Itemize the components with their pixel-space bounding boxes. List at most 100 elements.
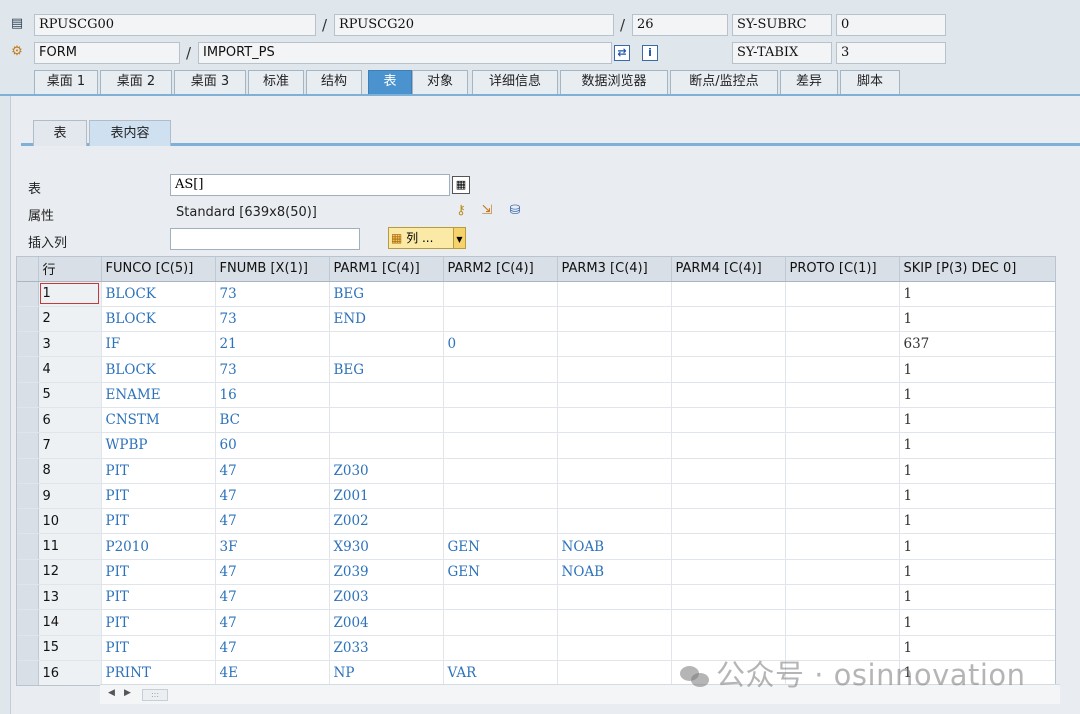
table-cell[interactable]: 4E	[215, 660, 330, 685]
table-cell[interactable]	[443, 432, 558, 459]
tab-object[interactable]: 对象	[412, 70, 468, 94]
row-number-cell[interactable]: 15	[38, 635, 102, 661]
table-cell[interactable]	[557, 407, 672, 434]
column-header[interactable]: PARM1 [C(4)]	[329, 257, 444, 282]
table-cell[interactable]: 1	[899, 306, 1055, 333]
tab-script[interactable]: 脚本	[840, 70, 900, 94]
row-selector[interactable]	[17, 584, 39, 611]
table-row[interactable]: 8 PIT 47 Z030 1	[17, 458, 1055, 484]
row-selector[interactable]	[17, 432, 39, 459]
tab-table[interactable]: 表	[368, 70, 412, 94]
export-icon[interactable]: ⇄	[614, 45, 630, 61]
table-cell[interactable]: 47	[215, 635, 330, 661]
row-selector[interactable]	[17, 559, 39, 586]
table-cell[interactable]	[671, 356, 786, 383]
row-selector[interactable]	[17, 533, 39, 560]
table-cell[interactable]: 73	[215, 281, 330, 307]
tab-structure[interactable]: 结构	[306, 70, 362, 94]
row-number-cell[interactable]: 3	[38, 331, 102, 358]
table-row[interactable]: 3 IF 21 0 637	[17, 331, 1055, 358]
table-cell[interactable]: 47	[215, 483, 330, 510]
row-selector[interactable]	[17, 458, 39, 484]
row-number-cell[interactable]: 13	[38, 584, 102, 611]
line-number-field[interactable]: 26	[632, 14, 728, 36]
table-cell[interactable]: 1	[899, 483, 1055, 510]
row-number-cell[interactable]: 7	[38, 432, 102, 459]
table-cell[interactable]: 47	[215, 559, 330, 586]
table-cell[interactable]: 73	[215, 356, 330, 383]
share-icon[interactable]: ⇲	[478, 202, 496, 220]
table-row[interactable]: 7 WPBP 60 1	[17, 432, 1055, 459]
table-cell[interactable]: Z003	[329, 584, 444, 611]
table-cell[interactable]: 1	[899, 533, 1055, 560]
table-cell[interactable]: Z002	[329, 508, 444, 535]
table-cell[interactable]: BLOCK	[101, 281, 216, 307]
table-cell[interactable]: Z001	[329, 483, 444, 510]
table-cell[interactable]	[785, 559, 900, 586]
subtab-table[interactable]: 表	[33, 120, 87, 146]
scroll-thumb[interactable]: :::	[142, 689, 168, 701]
table-cell[interactable]: PRINT	[101, 660, 216, 685]
column-header[interactable]: 行	[38, 257, 102, 282]
row-number-cell[interactable]: 12	[38, 559, 102, 586]
row-number-cell[interactable]: 16	[38, 660, 102, 685]
info-icon[interactable]: i	[642, 45, 658, 61]
table-cell[interactable]	[785, 533, 900, 560]
table-row[interactable]: 4 BLOCK 73 BEG 1	[17, 356, 1055, 383]
row-number-cell[interactable]: 14	[38, 609, 102, 636]
table-cell[interactable]: 1	[899, 382, 1055, 408]
table-cell[interactable]	[557, 635, 672, 661]
table-cell[interactable]: BEG	[329, 356, 444, 383]
column-header[interactable]: PARM4 [C(4)]	[671, 257, 786, 282]
key-icon[interactable]: ⚷	[452, 202, 470, 220]
table-cell[interactable]: 1	[899, 609, 1055, 636]
table-cell[interactable]	[785, 432, 900, 459]
table-row[interactable]: 6 CNSTM BC 1	[17, 407, 1055, 434]
column-header[interactable]: PARM2 [C(4)]	[443, 257, 558, 282]
table-cell[interactable]: PIT	[101, 458, 216, 484]
table-cell[interactable]	[443, 407, 558, 434]
sysvar-name-field[interactable]: SY-SUBRC	[732, 14, 832, 36]
sysvar-name-field[interactable]: SY-TABIX	[732, 42, 832, 64]
column-header[interactable]: SKIP [P(3) DEC 0]	[899, 257, 1055, 282]
table-cell[interactable]	[785, 382, 900, 408]
sysvar-value-field[interactable]: 0	[836, 14, 946, 36]
table-cell[interactable]: END	[329, 306, 444, 333]
table-cell[interactable]	[443, 483, 558, 510]
table-cell[interactable]: 47	[215, 508, 330, 535]
include-program-field[interactable]: RPUSCG20	[334, 14, 614, 36]
table-cell[interactable]: 1	[899, 281, 1055, 307]
table-cell[interactable]	[557, 382, 672, 408]
table-cell[interactable]	[785, 306, 900, 333]
sysvar-value-field[interactable]: 3	[836, 42, 946, 64]
table-row[interactable]: 12 PIT 47 Z039 GEN NOAB 1	[17, 559, 1055, 586]
row-selector[interactable]	[17, 331, 39, 358]
table-cell[interactable]: 1	[899, 584, 1055, 611]
table-cell[interactable]	[443, 382, 558, 408]
insert-column-input[interactable]	[170, 228, 360, 250]
row-selector[interactable]	[17, 660, 39, 685]
row-number-cell[interactable]: 8	[38, 458, 102, 484]
table-cell[interactable]: 1	[899, 458, 1055, 484]
table-cell[interactable]	[557, 483, 672, 510]
row-selector[interactable]	[17, 281, 39, 307]
select-all-corner[interactable]	[17, 257, 39, 282]
table-cell[interactable]	[671, 432, 786, 459]
event-type-field[interactable]: FORM	[34, 42, 180, 64]
tab-diff[interactable]: 差异	[780, 70, 838, 94]
table-cell[interactable]	[671, 458, 786, 484]
table-cell[interactable]: 1	[899, 432, 1055, 459]
table-cell[interactable]: Z039	[329, 559, 444, 586]
tab-desktop-1[interactable]: 桌面 1	[34, 70, 98, 94]
row-number-cell[interactable]: 6	[38, 407, 102, 434]
scroll-left-icon[interactable]: ◀	[108, 688, 115, 698]
table-cell[interactable]	[443, 635, 558, 661]
column-header[interactable]: FNUMB [X(1)]	[215, 257, 330, 282]
table-row[interactable]: 10 PIT 47 Z002 1	[17, 508, 1055, 535]
row-number-cell[interactable]: 1	[38, 281, 102, 307]
row-selector[interactable]	[17, 407, 39, 434]
table-cell[interactable]	[671, 584, 786, 611]
event-name-field[interactable]: IMPORT_PS	[198, 42, 612, 64]
table-cell[interactable]	[329, 382, 444, 408]
table-cell[interactable]	[557, 306, 672, 333]
